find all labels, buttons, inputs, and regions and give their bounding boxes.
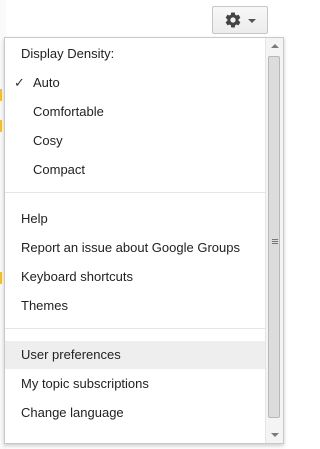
- scrollbar-thumb[interactable]: [268, 56, 280, 418]
- gear-icon: [224, 11, 242, 29]
- density-option-compact[interactable]: Compact: [5, 156, 265, 184]
- check-icon: ✓: [14, 75, 25, 90]
- settings-dropdown-menu: Display Density: ✓ Auto Comfortable Cosy…: [4, 37, 284, 444]
- density-option-label: Comfortable: [33, 104, 104, 119]
- topic-subscriptions-menu-item[interactable]: My topic subscriptions: [5, 370, 265, 398]
- change-language-menu-item[interactable]: Change language: [5, 399, 265, 427]
- scroll-down-arrow-icon[interactable]: [271, 433, 279, 437]
- chevron-down-icon: [248, 19, 256, 23]
- density-option-label: Compact: [33, 162, 86, 177]
- background-unread-marker: [0, 120, 2, 132]
- density-option-auto[interactable]: ✓ Auto: [5, 69, 265, 97]
- background-unread-marker: [0, 272, 2, 284]
- report-issue-menu-item[interactable]: Report an issue about Google Groups: [5, 234, 265, 262]
- background-unread-marker: [0, 89, 2, 101]
- menu-divider: [5, 192, 265, 193]
- density-option-label: Cosy: [33, 133, 63, 148]
- display-density-heading: Display Density:: [21, 46, 115, 61]
- help-menu-item[interactable]: Help: [5, 205, 265, 233]
- keyboard-shortcuts-menu-item[interactable]: Keyboard shortcuts: [5, 263, 265, 291]
- themes-menu-item[interactable]: Themes: [5, 292, 265, 320]
- density-option-comfortable[interactable]: Comfortable: [5, 98, 265, 126]
- settings-button[interactable]: [212, 6, 268, 34]
- density-option-cosy[interactable]: Cosy: [5, 127, 265, 155]
- scroll-up-arrow-icon[interactable]: [271, 44, 279, 48]
- scrollbar-grip-icon: [272, 239, 278, 240]
- menu-content: Display Density: ✓ Auto Comfortable Cosy…: [5, 38, 265, 443]
- user-preferences-menu-item[interactable]: User preferences: [5, 341, 265, 369]
- menu-scrollbar[interactable]: [265, 38, 283, 443]
- menu-divider: [5, 328, 265, 329]
- density-option-label: Auto: [33, 75, 60, 90]
